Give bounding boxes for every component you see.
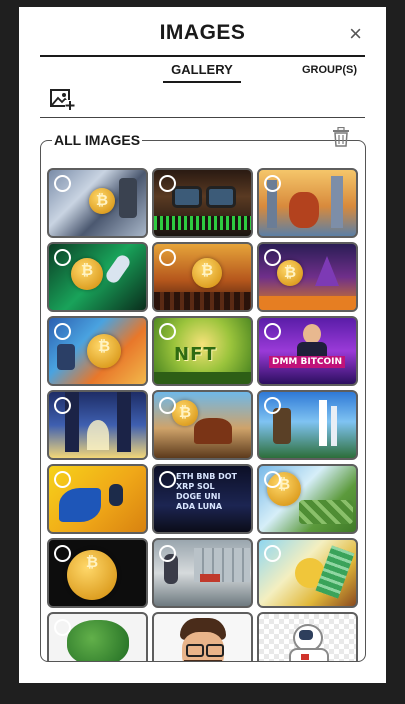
panel-title: IMAGES: [159, 21, 246, 44]
image-tile[interactable]: NFT: [152, 316, 253, 386]
image-tile[interactable]: [152, 168, 253, 238]
select-circle[interactable]: [159, 175, 176, 192]
select-circle[interactable]: [264, 249, 281, 266]
image-tile[interactable]: [257, 538, 358, 608]
image-tile[interactable]: [47, 612, 148, 661]
tab-groups[interactable]: GROUP(S): [302, 64, 357, 76]
image-tile[interactable]: [152, 538, 253, 608]
image-tile[interactable]: [47, 316, 148, 386]
select-circle[interactable]: [54, 619, 71, 636]
select-circle[interactable]: [264, 323, 281, 340]
select-circle[interactable]: [159, 471, 176, 488]
image-tile[interactable]: [257, 612, 358, 661]
image-tile[interactable]: ETH BNB DOT XRP SOL DOGE UNI ADA LUNA: [152, 464, 253, 534]
image-tile[interactable]: [257, 242, 358, 312]
image-tile[interactable]: [152, 242, 253, 312]
image-tile[interactable]: [152, 390, 253, 460]
select-circle[interactable]: [159, 249, 176, 266]
title-divider: [40, 55, 365, 57]
all-images-group: NFT DMM BITCOIN: [40, 140, 366, 662]
section-label: ALL IMAGES: [52, 132, 143, 148]
select-circle[interactable]: [264, 397, 281, 414]
select-circle[interactable]: [54, 249, 71, 266]
image-tile[interactable]: [257, 168, 358, 238]
select-circle[interactable]: [54, 397, 71, 414]
select-circle[interactable]: [159, 545, 176, 562]
image-grid: NFT DMM BITCOIN: [47, 168, 358, 661]
image-tile[interactable]: [47, 538, 148, 608]
image-tile[interactable]: [257, 464, 358, 534]
image-tile[interactable]: DMM BITCOIN: [257, 316, 358, 386]
trash-icon[interactable]: [332, 127, 350, 147]
select-circle[interactable]: [54, 175, 71, 192]
add-image-icon[interactable]: [49, 87, 75, 111]
select-circle[interactable]: [159, 323, 176, 340]
select-circle[interactable]: [54, 545, 71, 562]
image-tile[interactable]: [152, 612, 253, 661]
image-tile[interactable]: [47, 390, 148, 460]
select-circle[interactable]: [54, 471, 71, 488]
active-tab-indicator: [163, 81, 241, 83]
toolbar-divider: [40, 117, 365, 118]
image-tile[interactable]: [257, 390, 358, 460]
select-circle[interactable]: [54, 323, 71, 340]
select-circle[interactable]: [264, 545, 281, 562]
image-tile[interactable]: [47, 168, 148, 238]
images-panel: IMAGES × GALLERY GROUP(S) ₿ ₿ ₿ ₿ ₿ NFT …: [19, 7, 386, 683]
image-tile[interactable]: [47, 242, 148, 312]
image-tile[interactable]: [47, 464, 148, 534]
select-circle[interactable]: [264, 471, 281, 488]
close-icon[interactable]: ×: [349, 23, 362, 45]
select-circle[interactable]: [264, 175, 281, 192]
select-circle[interactable]: [159, 397, 176, 414]
tab-gallery[interactable]: GALLERY: [163, 62, 241, 77]
